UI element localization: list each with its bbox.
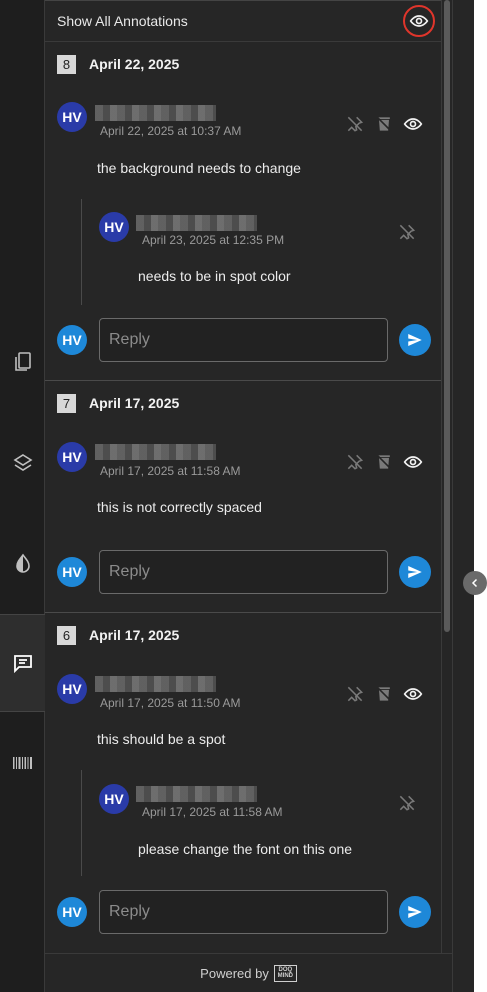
pages-icon — [14, 352, 31, 371]
avatar: HV — [57, 557, 87, 587]
color-separation-icon — [15, 553, 30, 573]
thread-line — [81, 199, 82, 305]
reply-actions — [397, 222, 417, 242]
thread-line — [81, 770, 82, 876]
redacted-username — [95, 105, 216, 121]
redacted-username — [136, 786, 257, 802]
eye-icon[interactable] — [403, 684, 423, 704]
doqmind-logo: DOQ MIND — [273, 964, 297, 982]
comment-timestamp: April 17, 2025 at 11:50 AM — [100, 696, 241, 710]
redacted-username — [95, 676, 216, 692]
comment-actions — [345, 452, 423, 472]
barcode-button[interactable] — [0, 714, 45, 812]
collapse-panel-button[interactable] — [463, 571, 487, 595]
tool-rail — [0, 0, 45, 992]
chevron-left-icon — [471, 578, 478, 588]
scrollbar-thumb[interactable] — [444, 0, 450, 632]
send-button[interactable] — [399, 324, 431, 356]
redacted-username — [136, 215, 257, 231]
eye-icon[interactable] — [403, 114, 423, 134]
reply-text: please change the font on this one — [138, 841, 353, 857]
group-date: April 17, 2025 — [89, 627, 180, 643]
reply-timestamp: April 23, 2025 at 12:35 PM — [142, 233, 285, 247]
annotation-group: 8 April 22, 2025 HV April 22, 2025 at 10… — [45, 42, 441, 381]
annotation-group: 6 April 17, 2025 HV April 17, 2025 at 11… — [45, 613, 441, 953]
reply-row: HV — [45, 318, 441, 362]
group-date: April 17, 2025 — [89, 395, 180, 411]
eye-icon — [409, 15, 429, 27]
pin-off-icon[interactable] — [397, 793, 417, 813]
pages-button[interactable] — [0, 313, 45, 411]
comment-text: this should be a spot — [97, 731, 226, 747]
send-icon — [408, 566, 422, 578]
comment-actions — [345, 684, 423, 704]
footer: Powered by DOQ MIND — [45, 953, 452, 992]
annotations-panel: Show All Annotations 8 April 22, 2025 HV… — [45, 0, 442, 953]
avatar: HV — [57, 102, 87, 132]
annotations-header: Show All Annotations — [45, 0, 441, 42]
group-header: 6 April 17, 2025 — [45, 613, 441, 657]
send-button[interactable] — [399, 556, 431, 588]
pin-off-icon[interactable] — [345, 452, 365, 472]
delete-disabled-icon[interactable] — [374, 114, 394, 134]
delete-disabled-icon[interactable] — [374, 452, 394, 472]
avatar: HV — [99, 784, 129, 814]
comment-timestamp: April 22, 2025 at 10:37 AM — [100, 124, 242, 138]
reply-actions — [397, 793, 417, 813]
powered-by-label: Powered by — [200, 965, 269, 981]
comments-icon — [13, 655, 32, 674]
send-icon — [408, 906, 422, 918]
annotation-number-badge: 8 — [57, 54, 76, 74]
panel-edge — [452, 0, 474, 992]
send-icon — [408, 334, 422, 346]
group-header: 7 April 17, 2025 — [45, 381, 441, 425]
reply-text: needs to be in spot color — [138, 268, 291, 284]
reply-row: HV — [45, 890, 441, 934]
annotation-number-badge: 6 — [57, 625, 76, 645]
comment-text: the background needs to change — [97, 160, 301, 176]
pin-off-icon[interactable] — [397, 222, 417, 242]
annotation-group: 7 April 17, 2025 HV April 17, 2025 at 11… — [45, 381, 441, 613]
show-all-annotations-label: Show All Annotations — [57, 13, 188, 29]
avatar: HV — [57, 442, 87, 472]
comment-timestamp: April 17, 2025 at 11:58 AM — [100, 464, 241, 478]
layers-icon — [12, 454, 33, 471]
avatar: HV — [57, 325, 87, 355]
comment-actions — [345, 114, 423, 134]
color-separation-button[interactable] — [0, 515, 45, 613]
reply-row: HV — [45, 550, 441, 594]
app: Show All Annotations 8 April 22, 2025 HV… — [0, 0, 474, 992]
comments-button[interactable] — [0, 614, 45, 712]
logo-line-2: MIND — [277, 973, 293, 979]
reply-input[interactable] — [99, 550, 388, 594]
avatar: HV — [57, 674, 87, 704]
reply-input[interactable] — [99, 890, 388, 934]
redacted-username — [95, 444, 216, 460]
comment-text: this is not correctly spaced — [97, 499, 262, 515]
annotation-number-badge: 7 — [57, 393, 76, 413]
barcode-icon — [12, 757, 32, 769]
layers-button[interactable] — [0, 414, 45, 512]
delete-disabled-icon[interactable] — [374, 684, 394, 704]
reply-input[interactable] — [99, 318, 388, 362]
pin-off-icon[interactable] — [345, 114, 365, 134]
reply-timestamp: April 17, 2025 at 11:58 AM — [142, 805, 283, 819]
avatar: HV — [99, 212, 129, 242]
group-date: April 22, 2025 — [89, 56, 180, 72]
show-all-toggle[interactable] — [403, 5, 435, 37]
avatar: HV — [57, 897, 87, 927]
pin-off-icon[interactable] — [345, 684, 365, 704]
group-header: 8 April 22, 2025 — [45, 42, 441, 86]
send-button[interactable] — [399, 896, 431, 928]
eye-icon[interactable] — [403, 452, 423, 472]
